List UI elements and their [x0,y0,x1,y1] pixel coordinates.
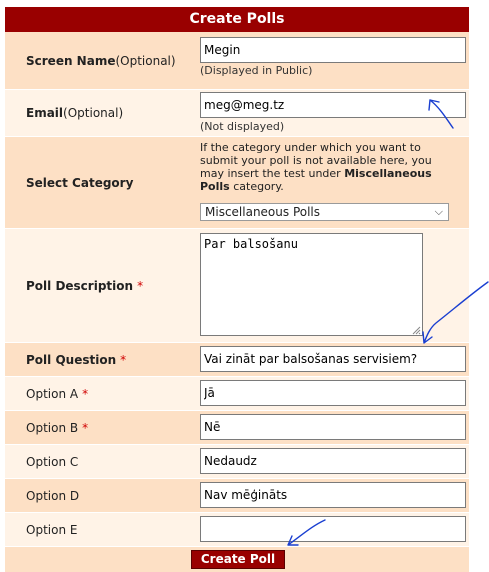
option-c-input[interactable] [200,448,466,474]
option-b-label: Option B [26,420,79,435]
create-polls-form: Create Polls Screen Name(Optional) (Disp… [5,7,469,572]
screen-name-hint: (Displayed in Public) [200,64,313,77]
option-c-row: Option C [5,444,469,478]
description-label: Poll Description [26,278,134,293]
description-row: Poll Description * Par balsošanu [5,228,469,342]
screen-name-label: Screen Name [26,53,116,68]
option-b-row: Option B * [5,410,469,444]
required-asterisk: * [137,278,144,293]
optional-tag: (Optional) [115,53,176,68]
optional-tag: (Optional) [63,106,124,120]
category-select[interactable]: Miscellaneous Polls ⌵ [200,203,449,221]
category-selected-value: Miscellaneous Polls [205,205,321,219]
submit-row: Create Poll [5,546,469,572]
option-e-row: Option E [5,512,469,546]
required-asterisk: * [82,420,89,435]
category-row: Select Category If the category under wh… [5,136,469,228]
email-hint: (Not displayed) [200,120,285,133]
category-label: Select Category [26,175,134,190]
question-label: Poll Question [26,352,117,367]
email-label: Email [26,106,64,120]
required-asterisk: * [120,352,127,367]
question-input[interactable] [200,346,466,372]
option-a-label: Option A [26,386,79,401]
create-poll-button[interactable]: Create Poll [191,550,285,569]
description-textarea[interactable]: Par balsošanu [200,233,423,336]
resize-grip-icon[interactable] [412,326,421,335]
option-b-input[interactable] [200,414,466,440]
option-e-label: Option E [26,522,78,537]
category-info-text: If the category under which you want to … [200,141,432,193]
option-d-label: Option D [26,488,80,503]
screen-name-input[interactable] [200,37,466,63]
option-a-row: Option A * [5,376,469,410]
screen-name-row: Screen Name(Optional) (Displayed in Publ… [5,32,469,89]
option-c-label: Option C [26,454,79,469]
email-row: Email(Optional) (Not displayed) [5,89,469,136]
required-asterisk: * [82,386,89,401]
option-d-row: Option D [5,478,469,512]
option-e-input[interactable] [200,516,466,542]
option-a-input[interactable] [200,380,466,406]
question-row: Poll Question * [5,342,469,376]
chevron-down-icon: ⌵ [434,205,443,218]
email-input[interactable] [200,92,466,118]
form-title: Create Polls [5,7,469,32]
option-d-input[interactable] [200,482,466,508]
